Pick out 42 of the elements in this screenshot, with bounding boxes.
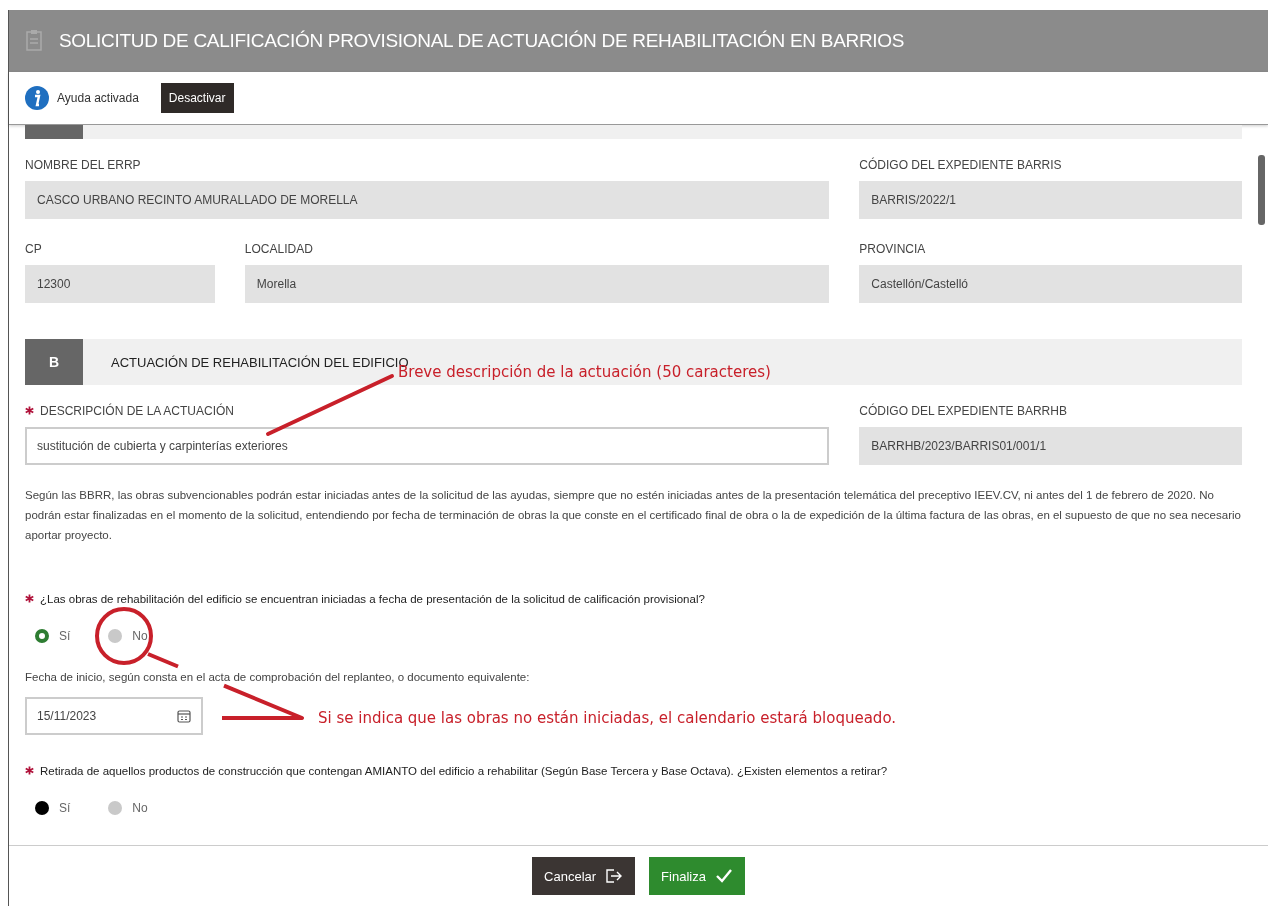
field-label: LOCALIDAD [244,241,314,258]
readonly-field: CASCO URBANO RECINTO AMURALLADO DE MORELLA [25,181,830,219]
annotation-text: Si se indica que las obras no están iniciadas, el calendario estará bloqueado. [318,709,897,727]
deactivate-button[interactable]: Desactivar [160,83,234,113]
field-label: DESCRIPCIÓN DE LA ACTUACIÓN [40,404,235,418]
window-title: SOLICITUD DE CALIFICACIÓN PROVISIONAL DE ACTUACIÓN DE REHABILITACIÓN EN BARRIOS [59,30,905,52]
field-label: PROVINCIA [859,241,927,258]
radio-button[interactable] [35,629,49,643]
readonly-field: Morella [244,265,830,303]
cancel-button[interactable]: Cancelar [532,857,636,895]
section-badge [25,125,83,139]
radio-button[interactable] [108,801,123,815]
help-status: Ayuda activada [57,91,139,105]
option-label: No [132,629,148,643]
field-label: NOMBRE DEL ERRP [25,157,142,174]
info-icon [25,86,49,110]
scrollbar-thumb[interactable] [1258,155,1265,225]
field-label: Retirada de aquellos productos de construcción que contengan AMIANTO del edificio a rehabilitar (Según Base Tercera y Base Octava). ¿Existen elementos a retirar? [40,765,888,777]
section-badge: B [25,339,83,385]
clipboard-icon [25,30,43,52]
field-label: CÓDIGO DEL EXPEDIENTE BARRIS [859,156,1063,174]
readonly-field: BARRIS/2022/1 [859,181,1242,219]
field-label: CP [25,241,43,258]
check-icon [714,868,733,884]
readonly-field: 12300 [25,265,215,303]
option-label: Sí [59,801,71,815]
field-label: ¿Las obras de rehabilitación del edificio se encuentran iniciadas a fecha de presentación de la solicitud de calificación provisional? [40,593,705,605]
readonly-field: BARRHB/2023/BARRIS01/001/1 [859,427,1242,465]
field-label: CÓDIGO DEL EXPEDIENTE BARRHB [859,402,1068,420]
highlight-circle [95,607,153,665]
option-label: Sí [59,629,71,643]
description-field[interactable]: sustitución de cubierta y carpinterías exteriores [25,427,830,465]
info-paragraph: Según las BBRR, las obras subvencionables podrán estar iniciadas antes de la solicitud de las ayudas, siempre que no estén iniciadas antes de la presentación telemática del preceptivo IEEV.CV, ni antes del 1 de febrero de 2020. No podrán estar finalizadas en el momento de la solicitud, entendiendo por fecha de terminación de obras la que conste en el certificado final de obra o la de expedición de la última factura de las obras, en el supuesto de que no sea necesario aportar proyecto. [25,488,1242,543]
field-label: Fecha de inicio, según consta en el acta de comprobación del replanteo, o documento equivalente: [25,671,531,683]
calendar-icon [177,709,191,723]
option-label: No [132,801,148,815]
date-field[interactable]: 15/11/2023 [25,697,203,735]
radio-button[interactable] [108,629,123,643]
finish-button[interactable]: Finaliza [649,857,745,895]
exit-icon [605,868,624,884]
radio-button[interactable] [35,801,49,815]
readonly-field: Castellón/Castelló [859,265,1242,303]
